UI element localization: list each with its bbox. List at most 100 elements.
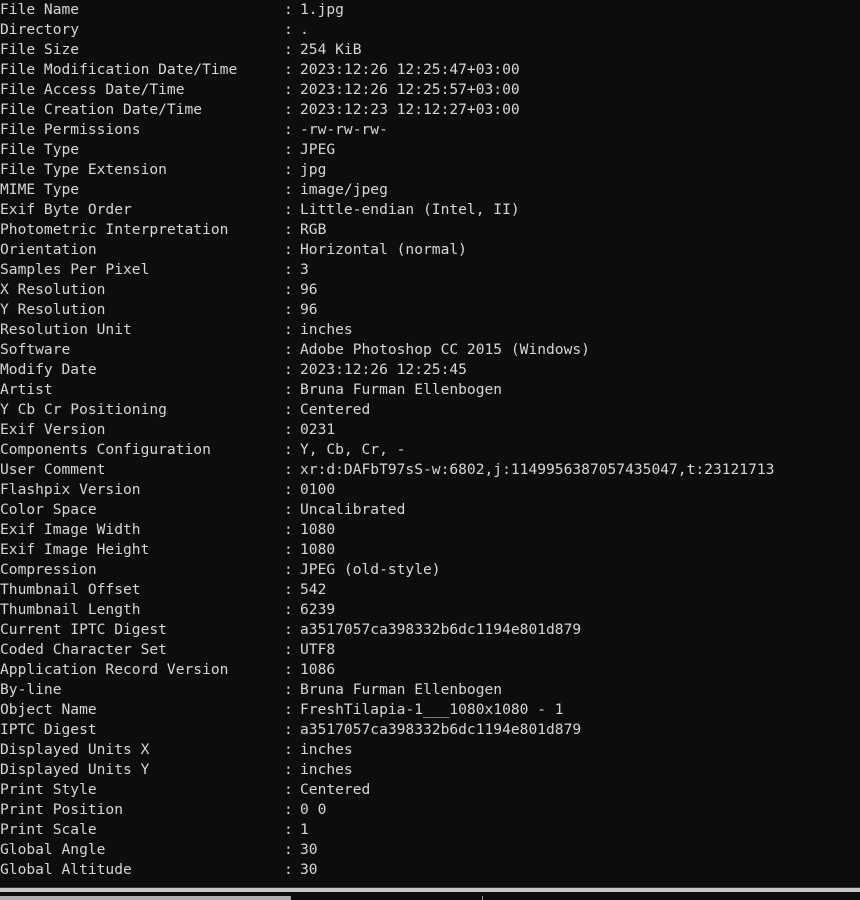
- metadata-value: 542: [300, 581, 327, 598]
- metadata-label: Exif Byte Order: [0, 201, 132, 218]
- metadata-separator: :: [284, 681, 293, 698]
- metadata-row: File Name:1.jpg: [0, 0, 860, 20]
- metadata-value: image/jpeg: [300, 181, 388, 198]
- metadata-label: Displayed Units X: [0, 741, 150, 758]
- metadata-separator: :: [284, 621, 293, 638]
- metadata-separator: :: [284, 181, 293, 198]
- metadata-row: Exif Image Width:1080: [0, 520, 860, 540]
- metadata-separator: :: [284, 781, 293, 798]
- scrollbar-thumb[interactable]: [0, 896, 290, 900]
- metadata-separator: :: [284, 381, 293, 398]
- metadata-value: .: [300, 21, 309, 38]
- metadata-value: JPEG: [300, 141, 336, 158]
- metadata-row: Thumbnail Offset:542: [0, 580, 860, 600]
- metadata-label: Artist: [0, 381, 53, 398]
- metadata-value: Bruna Furman Ellenbogen: [300, 381, 503, 398]
- metadata-row: Exif Version:0231: [0, 420, 860, 440]
- metadata-row: MIME Type: image/jpeg: [0, 180, 860, 200]
- metadata-row: Exif Byte Order: Little-endian (Intel, II…: [0, 200, 860, 220]
- metadata-label: By-line: [0, 681, 62, 698]
- metadata-label: Global Altitude: [0, 861, 132, 878]
- metadata-row: Components Configuration: Y, Cb, Cr, -: [0, 440, 860, 460]
- metadata-row: Global Altitude:30: [0, 860, 860, 880]
- metadata-label: Exif Image Width: [0, 521, 141, 538]
- terminal-output-pane: File Name:1.jpg Directory:. File Size:254 …: [0, 0, 860, 880]
- metadata-value: a3517057ca398332b6dc1194e801d879: [300, 721, 582, 738]
- scrollbar-tick-left: [290, 896, 291, 900]
- metadata-value: 0231: [300, 421, 336, 438]
- metadata-value: 1086: [300, 661, 336, 678]
- metadata-separator: :: [284, 481, 293, 498]
- metadata-value: 96: [300, 301, 318, 318]
- metadata-value: 96: [300, 281, 318, 298]
- metadata-separator: :: [284, 141, 293, 158]
- metadata-row: Application Record Version:1086: [0, 660, 860, 680]
- metadata-label: File Name: [0, 1, 80, 18]
- metadata-label: Object Name: [0, 701, 97, 718]
- metadata-separator: :: [284, 441, 293, 458]
- metadata-label: Y Resolution: [0, 301, 106, 318]
- metadata-label: Color Space: [0, 501, 97, 518]
- metadata-row: Coded Character Set: UTF8: [0, 640, 860, 660]
- metadata-value: inches: [300, 741, 353, 758]
- metadata-value: 2023:12:23 12:12:27+03:00: [300, 101, 520, 118]
- metadata-label: File Type Extension: [0, 161, 167, 178]
- metadata-separator: :: [284, 801, 293, 818]
- metadata-row: Directory:.: [0, 20, 860, 40]
- metadata-row: Flashpix Version:0100: [0, 480, 860, 500]
- metadata-separator: :: [284, 641, 293, 658]
- metadata-value: Little-endian (Intel, II): [300, 201, 520, 218]
- metadata-label: Modify Date: [0, 361, 97, 378]
- metadata-label: Displayed Units Y: [0, 761, 150, 778]
- metadata-separator: :: [284, 301, 293, 318]
- metadata-separator: :: [284, 21, 293, 38]
- metadata-label: Exif Version: [0, 421, 106, 438]
- metadata-label: Print Position: [0, 801, 124, 818]
- metadata-row: Y Resolution:96: [0, 300, 860, 320]
- scrollbar-track[interactable]: [0, 888, 860, 900]
- metadata-separator: :: [284, 721, 293, 738]
- metadata-label: Print Scale: [0, 821, 97, 838]
- scrollbar-tick-right: [482, 896, 483, 900]
- metadata-value: Bruna Furman Ellenbogen: [300, 681, 503, 698]
- metadata-value: 0100: [300, 481, 336, 498]
- metadata-value: Uncalibrated: [300, 501, 406, 518]
- metadata-row: Orientation: Horizontal (normal): [0, 240, 860, 260]
- metadata-value: FreshTilapia-1___1080x1080 - 1: [300, 701, 564, 718]
- metadata-row: Y Cb Cr Positioning: Centered: [0, 400, 860, 420]
- metadata-separator: :: [284, 1, 293, 18]
- metadata-row: Resolution Unit: inches: [0, 320, 860, 340]
- metadata-value: 1080: [300, 521, 336, 538]
- metadata-separator: :: [284, 281, 293, 298]
- metadata-row: File Access Date/Time:2023:12:26 12:25:5…: [0, 80, 860, 100]
- metadata-value: 30: [300, 841, 318, 858]
- metadata-label: Photometric Interpretation: [0, 221, 229, 238]
- metadata-row: File Type: JPEG: [0, 140, 860, 160]
- metadata-row: Software: Adobe Photoshop CC 2015 (Window…: [0, 340, 860, 360]
- metadata-value: 2023:12:26 12:25:47+03:00: [300, 61, 520, 78]
- metadata-label: Compression: [0, 561, 97, 578]
- metadata-label: Current IPTC Digest: [0, 621, 167, 638]
- metadata-row: Current IPTC Digest: a3517057ca398332b6dc…: [0, 620, 860, 640]
- metadata-separator: :: [284, 601, 293, 618]
- metadata-row: By-line: Bruna Furman Ellenbogen: [0, 680, 860, 700]
- metadata-label: File Size: [0, 41, 80, 58]
- metadata-value: UTF8: [300, 641, 336, 658]
- horizontal-scrollbar[interactable]: [0, 880, 860, 900]
- metadata-separator: :: [284, 61, 293, 78]
- metadata-row: Print Position:0 0: [0, 800, 860, 820]
- metadata-separator: :: [284, 741, 293, 758]
- metadata-separator: :: [284, 401, 293, 418]
- metadata-label: X Resolution: [0, 281, 106, 298]
- metadata-row: X Resolution:96: [0, 280, 860, 300]
- metadata-row: File Size:254 KiB: [0, 40, 860, 60]
- metadata-label: File Permissions: [0, 121, 141, 138]
- metadata-label: Global Angle: [0, 841, 106, 858]
- metadata-separator: :: [284, 201, 293, 218]
- metadata-separator: :: [284, 581, 293, 598]
- metadata-separator: :: [284, 221, 293, 238]
- metadata-label: Thumbnail Length: [0, 601, 141, 618]
- metadata-separator: :: [284, 501, 293, 518]
- metadata-row: File Modification Date/Time:2023:12:26 1…: [0, 60, 860, 80]
- metadata-value: 6239: [300, 601, 336, 618]
